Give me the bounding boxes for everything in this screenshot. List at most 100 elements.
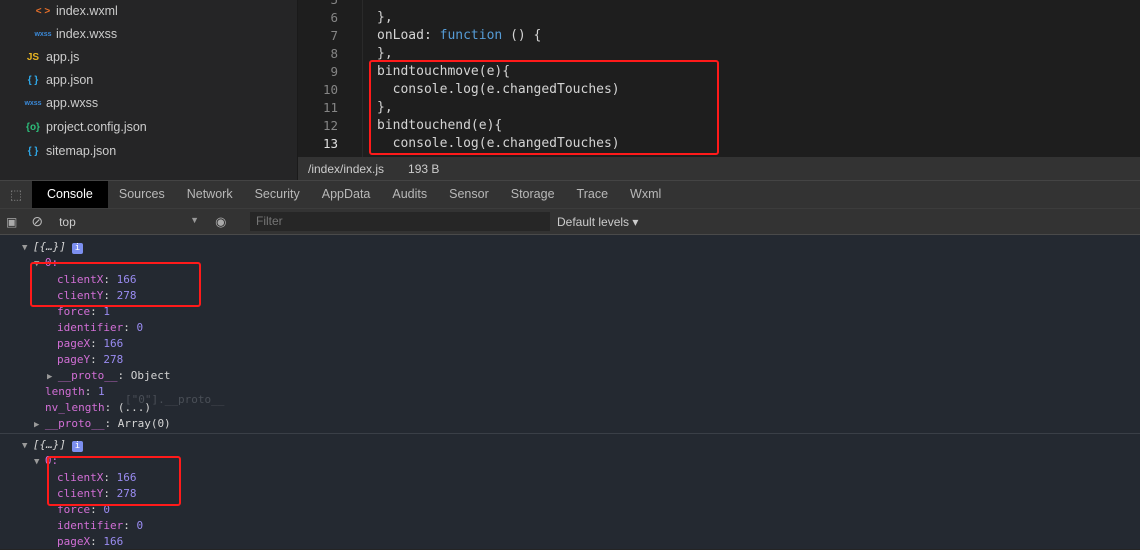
property-value: 0	[136, 321, 144, 334]
colon: :	[104, 417, 118, 430]
clear-console-icon[interactable]: ⊘	[31, 213, 43, 230]
context-value: top	[59, 214, 76, 229]
chevron-down-icon: ▼	[190, 214, 200, 225]
context-select[interactable]: top ▼	[59, 215, 199, 229]
line-number: 11	[322, 100, 338, 115]
file-path: /index/index.js	[308, 161, 385, 176]
line-number: 6	[330, 10, 338, 25]
colon: :	[90, 535, 104, 548]
console-line[interactable]: pageX: 166	[57, 336, 123, 352]
proto-value: Object	[130, 369, 171, 382]
code-line[interactable]: },	[377, 10, 393, 25]
property-value: 0	[136, 519, 144, 532]
property-key: pageX	[57, 535, 91, 548]
property-value: 278	[103, 353, 124, 366]
line-number: 10	[322, 82, 338, 97]
highlight-box-code	[369, 60, 719, 155]
expand-triangle-icon: ▶	[47, 372, 58, 382]
group-header: [{…}]	[32, 438, 66, 451]
tab-audits[interactable]: Audits	[381, 181, 438, 208]
line-number: 13	[322, 136, 338, 151]
info-icon[interactable]: i	[71, 243, 83, 254]
console-line[interactable]: pageY: 278	[57, 352, 123, 368]
property-value: 1	[98, 385, 105, 398]
property-key: pageX	[57, 337, 91, 350]
file-type-icon: < >	[35, 5, 51, 17]
code-text: onLoad:	[377, 28, 440, 43]
console-line[interactable]: ▶ __proto__: Array(0)	[34, 416, 171, 432]
code-line[interactable]: },	[377, 46, 393, 61]
line-number: 5	[298, 0, 338, 7]
default-levels-dropdown[interactable]: Default levels ▾	[557, 215, 638, 229]
expand-triangle-icon: ▼	[34, 457, 45, 467]
file-name: index.wxml	[56, 4, 118, 18]
colon: :	[123, 321, 137, 334]
file-item[interactable]: { } app.json	[22, 70, 94, 90]
file-item[interactable]: { } sitemap.json	[22, 141, 116, 161]
console-line[interactable]: nv_length: (...) ["0"].__proto__	[45, 393, 224, 416]
file-explorer: < > index.wxml wxss index.wxss JS app.js { } ap…	[0, 0, 298, 180]
line-number: 12	[322, 118, 338, 133]
code-keyword: function	[439, 28, 503, 43]
file-name: sitemap.json	[46, 144, 117, 158]
file-type-icon: { }	[27, 74, 39, 86]
tab-appdata[interactable]: AppData	[311, 181, 382, 208]
property-value: 166	[103, 535, 124, 548]
code-line[interactable]: onLoad: function () {	[377, 28, 541, 43]
tab-wxml[interactable]: Wxml	[619, 181, 672, 208]
tab-storage[interactable]: Storage	[500, 181, 566, 208]
file-item[interactable]: JS app.js	[22, 47, 79, 67]
expand-triangle-icon: ▼	[22, 243, 33, 253]
code-text: },	[377, 46, 393, 61]
code-text: },	[377, 10, 393, 25]
file-item[interactable]: wxss app.wxss	[22, 93, 98, 113]
property-key: pageY	[57, 353, 91, 366]
file-type-icon: wxss	[34, 30, 52, 38]
expand-triangle-icon: ▼	[22, 441, 33, 451]
console-line[interactable]: ▶ __proto__: Object	[47, 368, 170, 384]
editor-status-bar: /index/index.js 193 B	[298, 157, 1140, 180]
property-key: nv_length	[45, 401, 105, 414]
colon: :	[90, 337, 104, 350]
line-number: 9	[330, 64, 338, 79]
sidebar-toggle-icon[interactable]: ▣	[6, 215, 17, 229]
tab-sources[interactable]: Sources	[108, 181, 176, 208]
tab-sensor[interactable]: Sensor	[438, 181, 500, 208]
expand-triangle-icon: ▶	[34, 420, 45, 430]
tab-security[interactable]: Security	[244, 181, 311, 208]
colon: :	[123, 519, 137, 532]
colon: :	[84, 385, 98, 398]
filter-input[interactable]	[250, 212, 550, 231]
group-header: [{…}]	[32, 240, 66, 253]
console-line[interactable]: identifier: 0	[57, 518, 143, 534]
file-name: project.config.json	[46, 120, 147, 134]
tab-console[interactable]: Console	[32, 181, 108, 208]
file-type-icon: {o}	[26, 121, 40, 133]
file-name: app.json	[46, 73, 94, 87]
console-line[interactable]: identifier: 0	[57, 320, 143, 336]
highlight-box-2	[47, 456, 181, 506]
console-line[interactable]: ▼ [{…}] i	[22, 239, 83, 255]
console-line[interactable]: ▼ [{…}] i	[22, 437, 83, 453]
eye-icon[interactable]: ◉	[215, 214, 226, 230]
file-item[interactable]: < > index.wxml	[32, 1, 118, 21]
console-line[interactable]: length: 1	[45, 384, 105, 400]
tab-trace[interactable]: Trace	[566, 181, 620, 208]
console-line[interactable]: pageX: 166	[57, 534, 123, 550]
inspect-element-icon[interactable]: ⬚	[0, 187, 32, 203]
proto-key: __proto__	[44, 417, 105, 430]
highlight-box-1	[30, 262, 201, 307]
line-number: 8	[330, 46, 338, 61]
file-type-icon: { }	[27, 145, 39, 157]
info-icon[interactable]: i	[71, 441, 83, 452]
file-item[interactable]: wxss index.wxss	[32, 24, 117, 44]
hover-tooltip: ["0"].__proto__	[125, 393, 225, 406]
file-item[interactable]: {o} project.config.json	[22, 117, 147, 137]
tab-network[interactable]: Network	[176, 181, 244, 208]
file-type-icon: JS	[26, 51, 40, 63]
file-type-icon: wxss	[24, 99, 42, 107]
property-key: identifier	[57, 321, 124, 334]
colon: :	[90, 353, 104, 366]
console-separator	[0, 433, 1140, 434]
line-number: 7	[330, 28, 338, 43]
